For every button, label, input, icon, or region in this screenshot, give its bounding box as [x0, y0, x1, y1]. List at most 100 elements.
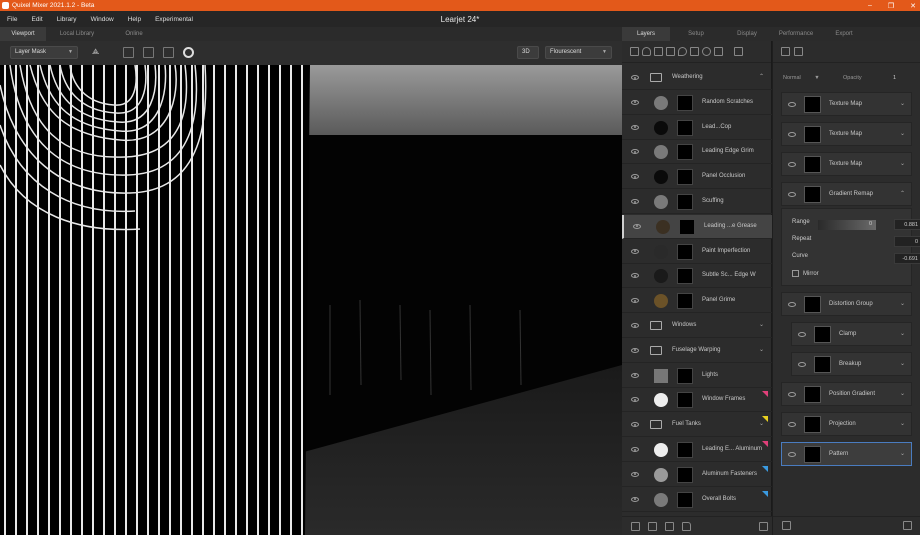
sphere-icon[interactable] — [702, 47, 711, 56]
eye-icon[interactable] — [631, 199, 639, 204]
color-swatch[interactable] — [654, 393, 668, 408]
range-min-value[interactable]: 0 — [860, 219, 872, 230]
mask-thumbnail[interactable] — [677, 466, 693, 483]
tab-layers[interactable]: Layers — [622, 27, 670, 41]
eye-icon[interactable] — [788, 102, 796, 107]
eye-icon[interactable] — [631, 124, 639, 130]
mask-thumbnail[interactable] — [677, 194, 693, 210]
layer-folder-row[interactable]: Fuel Tanks ⌄ — [622, 413, 772, 438]
tab-local-library[interactable]: Local Library — [46, 27, 108, 41]
viewport-canvas[interactable] — [0, 65, 622, 535]
chevron-down-icon[interactable]: ⌄ — [900, 300, 905, 307]
eye-icon[interactable] — [798, 362, 806, 367]
color-swatch[interactable] — [654, 195, 668, 209]
add-mask-icon[interactable] — [648, 521, 657, 531]
repeat-value[interactable]: 0 — [894, 236, 920, 247]
folder-icon[interactable] — [782, 521, 791, 530]
layer-row[interactable]: Overall Bolts — [622, 488, 772, 512]
opacity-value[interactable]: 1 — [893, 71, 896, 85]
eye-icon[interactable] — [631, 447, 639, 452]
eye-icon[interactable] — [788, 132, 796, 137]
layer-row[interactable]: Panel Grime — [622, 289, 772, 314]
chevron-up-icon[interactable]: ⌃ — [759, 73, 764, 80]
layer-row[interactable]: Leading Edge Grim — [622, 140, 772, 165]
mask-thumbnail[interactable] — [677, 293, 693, 310]
eye-icon[interactable] — [788, 422, 796, 427]
target-icon[interactable] — [183, 47, 194, 58]
layer-row[interactable]: Aluminum Fasteners — [622, 463, 772, 487]
layer-row[interactable]: Paint Imperfection — [622, 240, 772, 264]
image-view-icon[interactable] — [123, 47, 134, 58]
layer-folder-row[interactable]: Weathering ⌃ — [622, 66, 772, 90]
color-swatch[interactable] — [654, 120, 668, 135]
mask-thumbnail[interactable] — [677, 94, 693, 111]
solid-layer-icon[interactable] — [666, 47, 675, 56]
layer-row[interactable]: Lead...Cop — [622, 116, 772, 140]
mask-thumbnail[interactable] — [677, 442, 693, 458]
chevron-down-icon[interactable]: ⌄ — [900, 130, 905, 137]
layer-row[interactable]: Leading E... Aluminum — [622, 438, 772, 462]
sliders-icon[interactable] — [794, 47, 803, 56]
eye-icon[interactable] — [631, 149, 639, 155]
color-swatch[interactable] — [654, 443, 668, 457]
eye-icon[interactable] — [631, 75, 639, 80]
delete-icon[interactable] — [759, 521, 768, 531]
lighting-dropdown[interactable]: Flourescent ▼ — [545, 46, 612, 59]
blend-mode-dropdown[interactable]: Normal ▼ — [783, 71, 820, 85]
layer-row[interactable]: Window Frames — [622, 388, 772, 413]
chevron-down-icon[interactable]: ⌄ — [900, 100, 905, 107]
color-swatch[interactable] — [654, 244, 668, 259]
layer-row[interactable]: Panel Occlusion — [622, 165, 772, 190]
eye-icon[interactable] — [788, 162, 796, 167]
mask-thumbnail[interactable] — [677, 268, 693, 285]
eye-icon[interactable] — [631, 248, 639, 254]
tab-display[interactable]: Display — [722, 27, 772, 41]
menu-window[interactable]: Window — [84, 16, 121, 23]
eye-icon[interactable] — [631, 323, 639, 328]
delete-icon[interactable] — [903, 521, 912, 530]
shapes-icon[interactable]: ⟁ — [92, 47, 108, 58]
eye-icon[interactable] — [631, 298, 639, 304]
menu-help[interactable]: Help — [121, 16, 148, 23]
tab-setup[interactable]: Setup — [670, 27, 722, 41]
mask-stack-item[interactable]: Projection ⌄ — [781, 412, 912, 436]
mask-icon[interactable] — [781, 47, 790, 56]
mask-stack-item[interactable]: Texture Map ⌄ — [781, 92, 912, 116]
eye-icon[interactable] — [631, 99, 639, 105]
eye-icon[interactable] — [788, 302, 796, 307]
chevron-down-icon[interactable]: ⌄ — [759, 321, 764, 328]
color-swatch[interactable] — [654, 492, 668, 507]
close-button[interactable]: ✕ — [910, 2, 916, 10]
mask-stack-item[interactable]: Gradient Remap ⌃ — [781, 182, 912, 206]
mirror-checkbox[interactable] — [792, 270, 799, 277]
tab-performance[interactable]: Performance — [772, 27, 820, 41]
color-swatch[interactable] — [654, 294, 668, 309]
chevron-down-icon[interactable]: ⌄ — [900, 360, 905, 367]
eye-icon[interactable] — [631, 422, 639, 428]
add-layer-icon[interactable] — [630, 47, 639, 56]
eye-icon[interactable] — [631, 372, 639, 378]
chevron-down-icon[interactable]: ⌄ — [900, 160, 905, 167]
layer-row[interactable]: Scuffing — [622, 190, 772, 214]
grid-view-icon[interactable] — [143, 47, 154, 58]
menu-edit[interactable]: Edit — [24, 16, 49, 23]
chevron-down-icon[interactable]: ⌄ — [900, 450, 905, 457]
eye-icon[interactable] — [631, 397, 639, 403]
eye-icon[interactable] — [631, 496, 639, 502]
brush-icon[interactable] — [714, 47, 723, 56]
mask-thumbnail[interactable] — [677, 144, 693, 161]
layer-row[interactable]: Lights — [622, 364, 772, 388]
layer-row[interactable]: Subtle Sc... Edge W — [622, 264, 772, 289]
color-swatch[interactable] — [654, 467, 668, 482]
maximize-button[interactable]: ❐ — [888, 2, 894, 10]
layer-row[interactable]: Random Scratches — [622, 91, 772, 115]
mask-stack-item[interactable]: Distortion Group ⌄ — [781, 292, 912, 316]
mask-stack-item[interactable]: Breakup ⌄ — [791, 352, 912, 376]
mask-thumbnail[interactable] — [677, 119, 693, 136]
mask-stack-item[interactable]: Position Gradient ⌄ — [781, 382, 912, 406]
mask-thumbnail[interactable] — [677, 491, 693, 508]
layers-stack-icon[interactable] — [734, 47, 743, 56]
mask-thumbnail[interactable] — [677, 169, 693, 186]
eraser-icon[interactable] — [690, 47, 699, 56]
range-max-value[interactable]: 0.881 — [894, 219, 920, 230]
